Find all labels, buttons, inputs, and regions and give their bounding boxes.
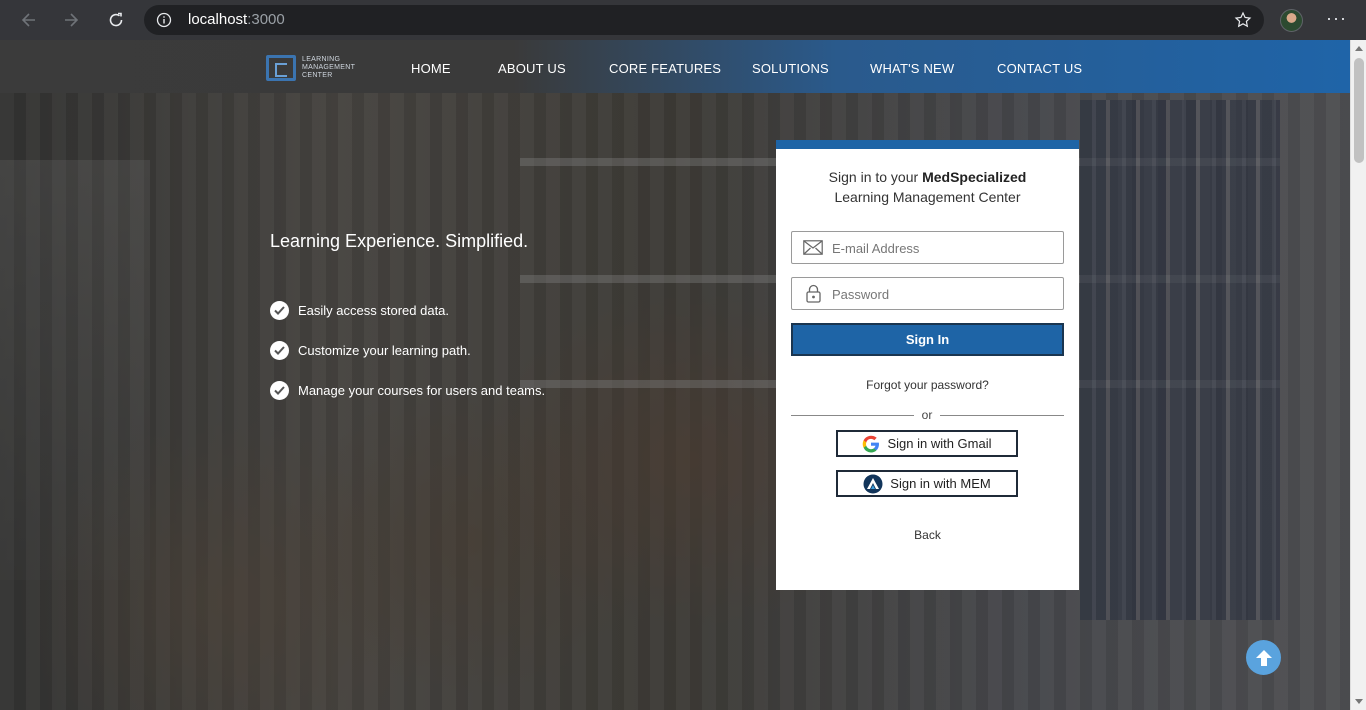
email-field[interactable] <box>791 231 1064 264</box>
or-separator: or <box>914 408 940 422</box>
feature-item: Manage your courses for users and teams. <box>270 381 545 400</box>
login-title-prefix: Sign in to your <box>828 169 923 185</box>
browser-toolbar: localhost:3000 ··· <box>0 0 1366 40</box>
url-port: :3000 <box>247 11 285 28</box>
google-icon <box>862 435 880 453</box>
profile-avatar[interactable] <box>1280 9 1303 32</box>
site-navbar: LEARNING MANAGEMENT CENTER HOME ABOUT US… <box>0 40 1350 93</box>
info-icon[interactable] <box>156 12 172 33</box>
login-card: Sign in to your MedSpecialized Learning … <box>776 140 1079 590</box>
login-title-subline: Learning Management Center <box>834 189 1021 205</box>
nav-solutions[interactable]: SOLUTIONS <box>752 61 829 76</box>
mem-logo-icon <box>863 474 883 494</box>
check-circle-icon <box>270 301 289 320</box>
bookmark-star-icon[interactable] <box>1234 11 1252 34</box>
address-bar[interactable]: localhost:3000 <box>144 5 1264 35</box>
forgot-password-link[interactable]: Forgot your password? <box>776 378 1079 392</box>
nav-core-features[interactable]: CORE FEATURES <box>609 61 721 76</box>
nav-about-us[interactable]: ABOUT US <box>498 61 566 76</box>
back-arrow-icon[interactable] <box>14 5 44 35</box>
site-logo[interactable]: LEARNING MANAGEMENT CENTER <box>266 55 362 81</box>
logo-text: LEARNING MANAGEMENT CENTER <box>302 56 362 80</box>
login-title: Sign in to your MedSpecialized Learning … <box>776 167 1079 207</box>
check-circle-icon <box>270 381 289 400</box>
scrollbar-thumb[interactable] <box>1354 58 1364 163</box>
page-viewport: LEARNING MANAGEMENT CENTER HOME ABOUT US… <box>0 40 1350 710</box>
nav-contact-us[interactable]: CONTACT US <box>997 61 1082 76</box>
feature-text: Customize your learning path. <box>298 343 471 358</box>
sign-in-button[interactable]: Sign In <box>791 323 1064 356</box>
feature-item: Customize your learning path. <box>270 341 471 360</box>
gmail-button-label: Sign in with Gmail <box>887 436 992 451</box>
reload-icon[interactable] <box>101 5 131 35</box>
lock-icon <box>806 284 821 308</box>
sign-in-mem-button[interactable]: Sign in with MEM <box>836 470 1018 497</box>
sign-in-gmail-button[interactable]: Sign in with Gmail <box>836 430 1018 457</box>
logo-icon <box>266 55 296 81</box>
page-scrollbar[interactable] <box>1350 40 1366 710</box>
password-input[interactable] <box>832 282 1057 306</box>
url-host: localhost <box>188 11 248 28</box>
login-title-brand: MedSpecialized <box>922 169 1027 185</box>
logo-line: CENTER <box>302 72 333 79</box>
check-circle-icon <box>270 341 289 360</box>
mem-button-label: Sign in with MEM <box>890 476 991 491</box>
url-text: localhost:3000 <box>188 11 285 28</box>
scroll-to-top-button[interactable] <box>1246 640 1281 675</box>
nav-home[interactable]: HOME <box>411 61 451 76</box>
scroll-down-arrow-icon[interactable] <box>1355 699 1363 704</box>
forward-arrow-icon[interactable] <box>56 5 86 35</box>
more-menu-icon[interactable]: ··· <box>1326 8 1347 29</box>
nav-whats-new[interactable]: WHAT'S NEW <box>870 61 954 76</box>
email-input[interactable] <box>832 236 1057 260</box>
feature-text: Easily access stored data. <box>298 303 450 318</box>
logo-line: MANAGEMENT <box>302 64 356 71</box>
back-link[interactable]: Back <box>776 528 1079 542</box>
feature-item: Easily access stored data. <box>270 301 449 320</box>
scroll-up-arrow-icon[interactable] <box>1355 46 1363 51</box>
envelope-icon <box>803 240 823 260</box>
logo-line: LEARNING <box>302 56 341 63</box>
hero-overlay <box>0 40 1350 710</box>
feature-text: Manage your courses for users and teams. <box>298 383 546 398</box>
hero-tagline: Learning Experience. Simplified. <box>270 231 529 251</box>
arrow-up-icon <box>1255 649 1272 666</box>
password-field[interactable] <box>791 277 1064 310</box>
